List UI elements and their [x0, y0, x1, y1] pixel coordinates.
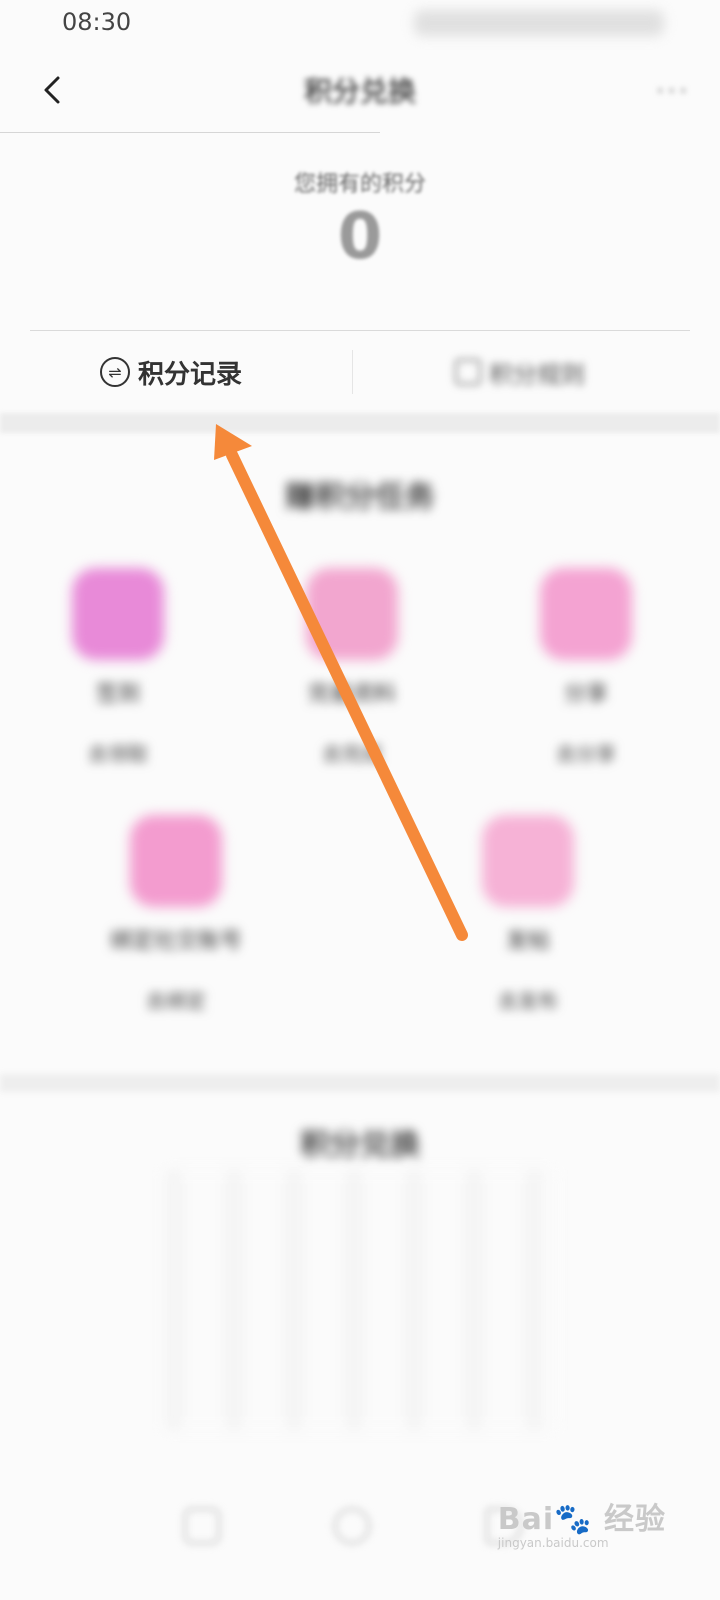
task-item[interactable]: 完善资料 去完成 [242, 568, 462, 767]
gift-icon [72, 568, 164, 660]
tab-points-records[interactable]: ⇌ 积分记录 [100, 350, 242, 394]
task-action[interactable]: 去分享 [476, 738, 696, 767]
task-item[interactable]: 签到 去领取 [8, 568, 228, 767]
tab-label: 积分记录 [138, 359, 243, 390]
section-divider [0, 1074, 720, 1092]
tab-label: 积分规则 [489, 360, 585, 389]
summary-divider [30, 330, 690, 331]
task-item[interactable]: 分享 去分享 [476, 568, 696, 767]
task-name: 签到 [95, 682, 140, 707]
task-name: 完善资料 [307, 682, 396, 707]
tab-separator [352, 350, 353, 394]
mall-section-title: 积分兑换 [300, 1128, 420, 1163]
task-item[interactable]: 发帖 去发布 [418, 815, 638, 1014]
task-name: 分享 [563, 682, 608, 707]
task-action[interactable]: 去发布 [418, 985, 638, 1014]
edit-icon [306, 568, 398, 660]
nav-home-button[interactable] [334, 1508, 370, 1544]
task-action[interactable]: 去领取 [8, 738, 228, 767]
task-name: 绑定社交账号 [109, 929, 242, 954]
nav-recents-button[interactable] [184, 1508, 220, 1544]
page-title: 积分兑换 [303, 75, 416, 108]
document-icon [455, 359, 481, 385]
checklist-icon [130, 815, 222, 907]
watermark-brand: Bai🐾 经验 [497, 1502, 666, 1537]
mall-items-placeholder [165, 1170, 555, 1430]
task-name: 发帖 [505, 929, 550, 954]
task-action[interactable]: 去绑定 [66, 985, 286, 1014]
tab-points-rules[interactable]: 积分规则 [455, 352, 585, 392]
points-value: 0 [337, 200, 383, 274]
points-label: 您拥有的积分 [293, 172, 426, 197]
watermark-url: jingyan.baidu.com [497, 1536, 609, 1550]
file-icon [540, 568, 632, 660]
earn-section-title: 赚积分任务 [285, 480, 435, 515]
header-divider [0, 132, 380, 133]
task-item[interactable]: 绑定社交账号 去绑定 [66, 815, 286, 1014]
more-button[interactable]: ··· [655, 74, 690, 109]
watermark: Bai🐾 经验 jingyan.baidu.com [498, 1494, 666, 1550]
task-action[interactable]: 去完成 [242, 738, 462, 767]
exchange-icon: ⇌ [100, 357, 130, 387]
section-divider [0, 413, 720, 433]
status-icons [414, 10, 664, 36]
status-time: 08:30 [62, 8, 132, 36]
compose-icon [482, 815, 574, 907]
